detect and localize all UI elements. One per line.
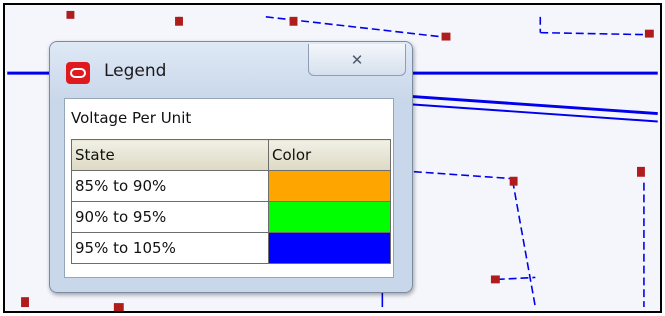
color-cell xyxy=(268,170,391,202)
feeder-line xyxy=(401,94,658,116)
color-swatch xyxy=(269,233,390,263)
device-marker xyxy=(637,166,645,177)
device-marker xyxy=(175,16,183,26)
device-marker xyxy=(509,176,518,186)
state-cell: 95% to 105% xyxy=(71,232,269,264)
window-title: Legend xyxy=(104,61,167,81)
column-header-state: State xyxy=(71,139,269,171)
state-cell: 85% to 90% xyxy=(71,170,269,202)
device-marker xyxy=(289,16,298,26)
branch-line xyxy=(402,170,514,180)
branch-line xyxy=(540,31,644,36)
color-swatch xyxy=(269,171,390,201)
close-icon: ✕ xyxy=(350,50,364,69)
device-marker xyxy=(113,303,124,311)
branch-line xyxy=(511,180,537,308)
close-button[interactable]: ✕ xyxy=(308,44,406,76)
device-marker xyxy=(21,297,29,308)
color-cell xyxy=(268,232,391,264)
device-marker xyxy=(644,29,654,38)
table-row: 85% to 90% xyxy=(71,170,391,202)
table-header-row: State Color xyxy=(71,139,391,171)
legend-table: State Color 85% to 90% 90% to 95% 95% to… xyxy=(71,139,391,264)
title-bar[interactable]: Legend ✕ xyxy=(50,42,412,98)
map-canvas[interactable]: Legend ✕ Voltage Per Unit State Color 85… xyxy=(3,3,662,313)
device-marker xyxy=(441,32,451,41)
legend-panel: Voltage Per Unit State Color 85% to 90% … xyxy=(64,98,394,278)
section-title: Voltage Per Unit xyxy=(71,109,192,127)
device-marker xyxy=(66,10,75,19)
app-logo-icon xyxy=(66,62,90,84)
legend-window[interactable]: Legend ✕ Voltage Per Unit State Color 85… xyxy=(49,41,413,293)
state-cell: 90% to 95% xyxy=(71,201,269,233)
color-cell xyxy=(268,201,391,233)
device-marker xyxy=(490,275,500,284)
table-row: 95% to 105% xyxy=(71,232,391,264)
color-swatch xyxy=(269,202,390,232)
column-header-color: Color xyxy=(268,139,391,171)
feeder-line xyxy=(402,102,658,123)
table-row: 90% to 95% xyxy=(71,201,391,233)
